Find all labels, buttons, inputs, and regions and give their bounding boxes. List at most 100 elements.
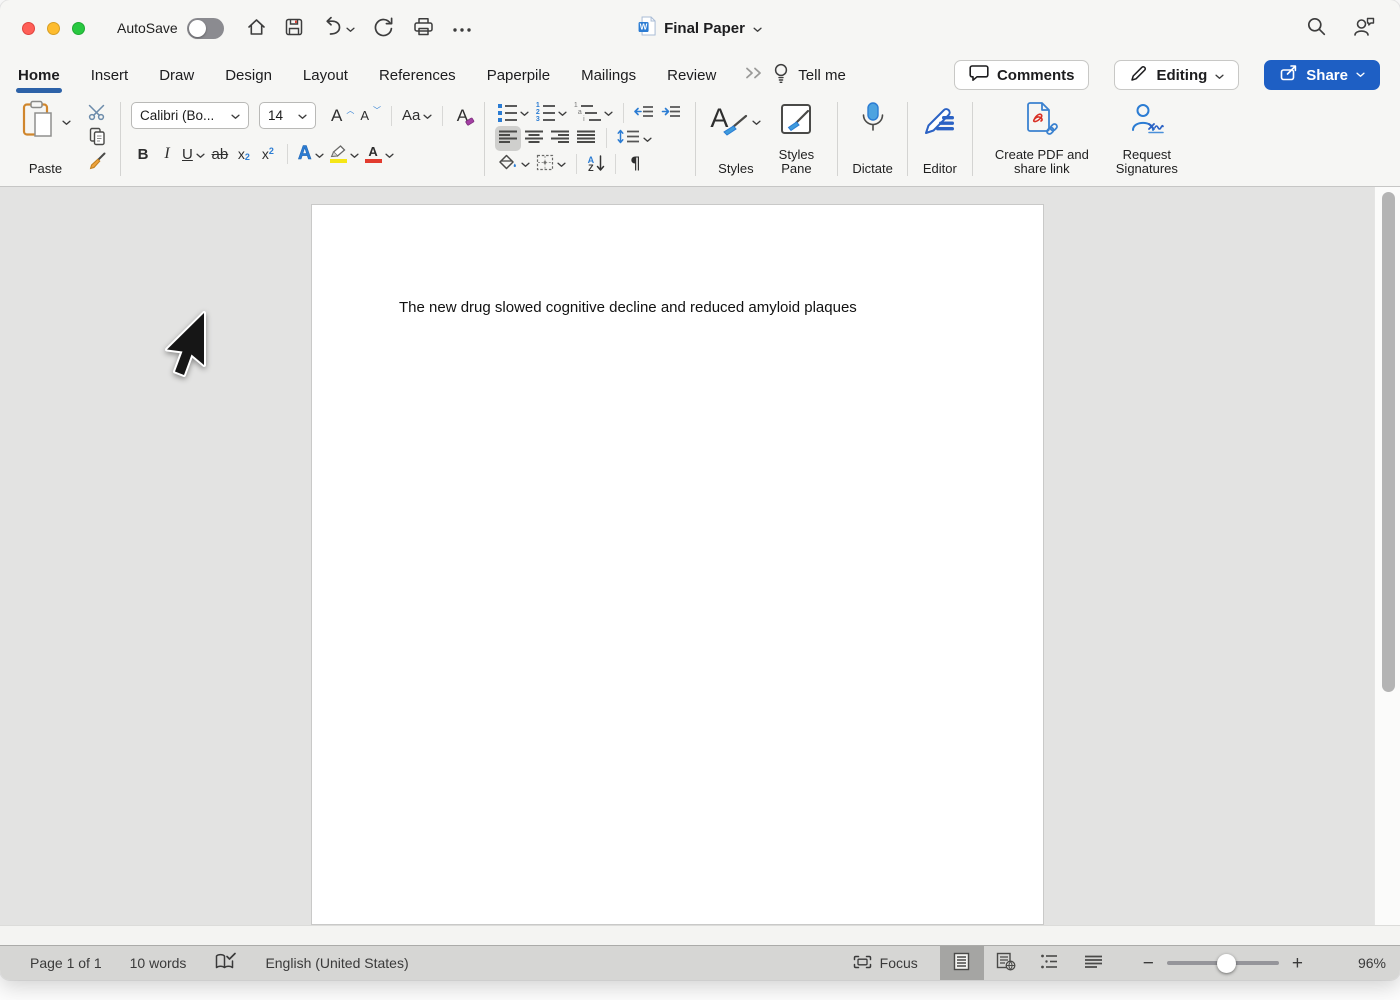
- tab-mailings[interactable]: Mailings: [579, 67, 638, 84]
- borders-button[interactable]: [533, 151, 569, 176]
- underline-chevron-icon[interactable]: [196, 147, 205, 162]
- highlight-chevron-icon[interactable]: [350, 147, 359, 162]
- tab-review[interactable]: Review: [665, 67, 718, 84]
- decrease-indent-button[interactable]: [631, 100, 658, 125]
- bold-button[interactable]: B: [131, 142, 155, 167]
- tab-layout[interactable]: Layout: [301, 67, 350, 84]
- text-effects-chevron-icon[interactable]: [315, 147, 324, 162]
- zoom-slider-thumb[interactable]: [1217, 954, 1236, 973]
- subscript-button[interactable]: x2: [232, 142, 256, 167]
- redo-button[interactable]: [372, 16, 395, 40]
- undo-dropdown-chevron-icon[interactable]: [346, 21, 355, 36]
- text-effects-button[interactable]: A: [295, 142, 327, 167]
- zoom-window-button[interactable]: [72, 22, 85, 35]
- font-color-button[interactable]: A: [362, 142, 397, 167]
- multilevel-chevron-icon[interactable]: [604, 105, 613, 120]
- tab-paperpile[interactable]: Paperpile: [485, 67, 552, 84]
- minimize-button[interactable]: [47, 22, 60, 35]
- tab-overflow-chevron-icon[interactable]: [745, 66, 765, 84]
- italic-button[interactable]: I: [155, 142, 179, 167]
- dictate-button[interactable]: Dictate: [848, 99, 896, 179]
- create-pdf-button[interactable]: Create PDF and share link: [983, 99, 1101, 179]
- sort-button[interactable]: AZ: [584, 151, 608, 176]
- change-case-button[interactable]: Aa: [399, 103, 435, 128]
- vertical-scrollbar-track[interactable]: [1374, 187, 1400, 925]
- editor-button[interactable]: Editor: [918, 99, 962, 179]
- show-paragraph-marks-button[interactable]: ¶: [623, 151, 647, 176]
- spellcheck-status-button[interactable]: [214, 952, 237, 974]
- page-count-status[interactable]: Page 1 of 1: [30, 955, 102, 971]
- draft-view-button[interactable]: [1072, 946, 1116, 980]
- numbering-button[interactable]: 1 2 3: [532, 100, 570, 125]
- print-layout-view-button[interactable]: [940, 946, 984, 980]
- spellcheck-book-icon: [214, 952, 237, 974]
- cut-button[interactable]: [85, 102, 110, 126]
- grow-font-button[interactable]: A︿: [328, 103, 357, 128]
- zoom-in-button[interactable]: +: [1283, 954, 1312, 973]
- request-signatures-button[interactable]: Request Signatures: [1101, 99, 1193, 179]
- web-layout-view-button[interactable]: [984, 946, 1028, 980]
- highlight-color-button[interactable]: [327, 142, 362, 167]
- font-size-select[interactable]: 14: [259, 102, 316, 129]
- horizontal-scroll-strip[interactable]: [0, 925, 1400, 945]
- paste-button[interactable]: Paste: [16, 99, 75, 179]
- bullets-chevron-icon[interactable]: [520, 105, 529, 120]
- shrink-font-button[interactable]: A﹀: [357, 103, 384, 128]
- document-title-control[interactable]: W Final Paper: [638, 16, 762, 40]
- borders-chevron-icon[interactable]: [557, 156, 566, 171]
- line-spacing-button[interactable]: [614, 126, 655, 151]
- multilevel-list-button[interactable]: 1 a i: [570, 100, 616, 125]
- tab-insert[interactable]: Insert: [89, 67, 131, 84]
- line-spacing-chevron-icon[interactable]: [643, 131, 652, 146]
- presence-button[interactable]: [1353, 16, 1376, 40]
- comments-button[interactable]: Comments: [954, 60, 1090, 90]
- zoom-out-button[interactable]: −: [1134, 954, 1163, 973]
- styles-pane-button[interactable]: Styles Pane: [765, 99, 827, 179]
- styles-chevron-icon[interactable]: [752, 114, 761, 129]
- superscript-button[interactable]: x2: [256, 142, 280, 167]
- word-count-status[interactable]: 10 words: [130, 955, 187, 971]
- tab-home[interactable]: Home: [16, 67, 62, 84]
- font-color-chevron-icon[interactable]: [385, 147, 394, 162]
- document-canvas[interactable]: The new drug slowed cognitive decline an…: [0, 187, 1400, 925]
- document-body-text[interactable]: The new drug slowed cognitive decline an…: [312, 205, 1043, 318]
- zoom-level[interactable]: 96%: [1338, 955, 1386, 971]
- autosave-toggle[interactable]: [187, 18, 224, 39]
- increase-indent-button[interactable]: [658, 100, 685, 125]
- paste-dropdown-chevron-icon[interactable]: [62, 114, 71, 129]
- focus-mode-button[interactable]: Focus: [847, 954, 924, 973]
- home-button[interactable]: [246, 17, 267, 40]
- language-status[interactable]: English (United States): [265, 955, 408, 971]
- tab-design[interactable]: Design: [223, 67, 274, 84]
- search-button[interactable]: [1306, 16, 1327, 40]
- outline-view-button[interactable]: [1028, 946, 1072, 980]
- undo-button[interactable]: [321, 16, 355, 40]
- bullets-button[interactable]: [495, 100, 532, 125]
- copy-button[interactable]: [85, 126, 110, 150]
- justify-button[interactable]: [573, 126, 599, 151]
- zoom-slider-track[interactable]: [1167, 961, 1279, 965]
- document-page[interactable]: The new drug slowed cognitive decline an…: [311, 204, 1044, 925]
- strikethrough-button[interactable]: ab: [208, 142, 232, 167]
- numbering-chevron-icon[interactable]: [558, 105, 567, 120]
- tell-me-control[interactable]: Tell me: [773, 63, 846, 88]
- close-button[interactable]: [22, 22, 35, 35]
- vertical-scrollbar-thumb[interactable]: [1382, 192, 1395, 692]
- align-right-button[interactable]: [547, 126, 573, 151]
- more-commands-button[interactable]: [452, 21, 472, 36]
- tab-references[interactable]: References: [377, 67, 458, 84]
- font-name-select[interactable]: Calibri (Bo...: [131, 102, 249, 129]
- shading-chevron-icon[interactable]: [521, 156, 530, 171]
- print-button[interactable]: [412, 16, 435, 40]
- editing-mode-button[interactable]: Editing: [1114, 60, 1239, 90]
- align-center-button[interactable]: [521, 126, 547, 151]
- clear-formatting-button[interactable]: A: [450, 103, 474, 128]
- share-button[interactable]: Share: [1264, 60, 1380, 90]
- underline-button[interactable]: U: [179, 142, 208, 167]
- format-painter-button[interactable]: [85, 150, 110, 174]
- shading-button[interactable]: [495, 151, 533, 176]
- tab-draw[interactable]: Draw: [157, 67, 196, 84]
- styles-button[interactable]: A Styles: [706, 99, 765, 179]
- align-left-button[interactable]: [495, 126, 521, 151]
- save-button[interactable]: [284, 17, 304, 40]
